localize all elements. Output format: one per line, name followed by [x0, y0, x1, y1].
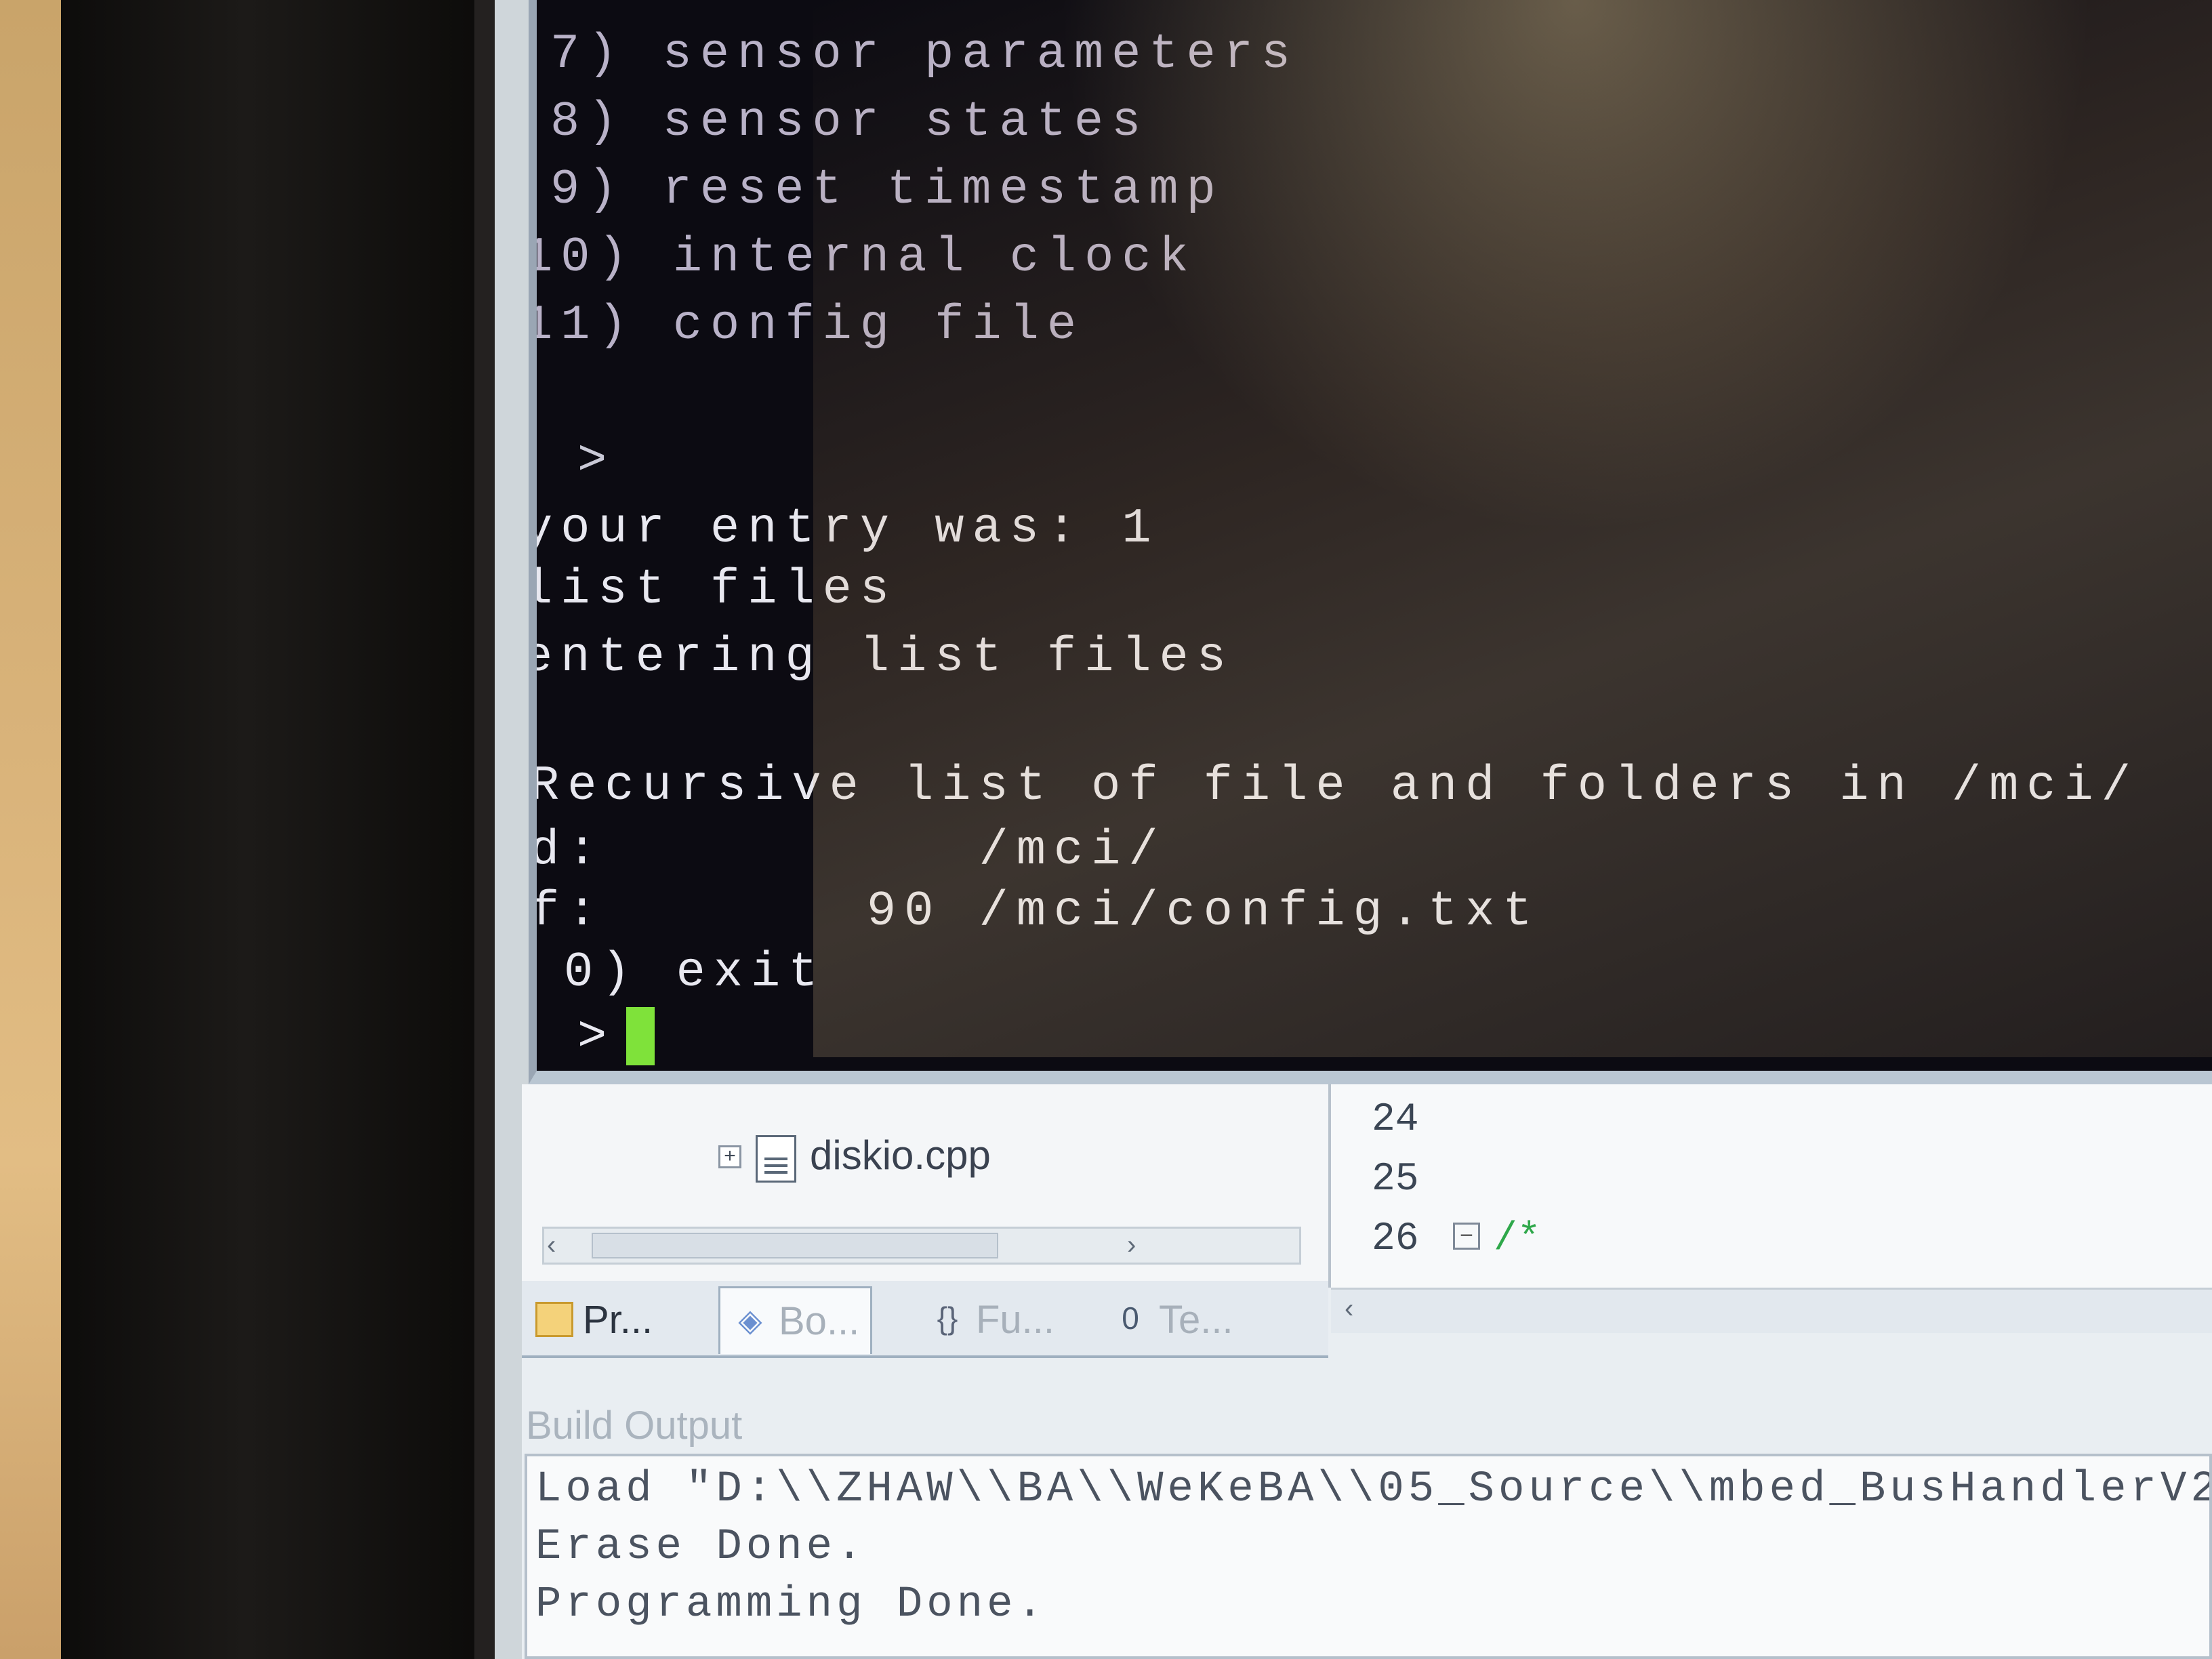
tab-project[interactable]: Pr...: [535, 1290, 653, 1349]
build-output-title: Build Output: [526, 1404, 743, 1448]
line-number: 26: [1372, 1217, 1419, 1261]
menu-item-config-file: 11) config file: [529, 298, 1085, 353]
line-number: 24: [1372, 1098, 1419, 1142]
tab-project-label: Pr...: [583, 1297, 653, 1342]
build-output-panel[interactable]: Load "D:\\ZHAW\\BA\\WeKeBA\\05_Source\\m…: [525, 1454, 2212, 1659]
prompt-symbol: >: [577, 433, 615, 489]
tab-books-label: Bo...: [779, 1299, 860, 1343]
tab-templates[interactable]: 0 Te...: [1111, 1290, 1233, 1349]
entry-echo-line: your entry was: 1: [529, 501, 1160, 556]
code-comment: /*: [1494, 1217, 1541, 1261]
listing-header: Recursive list of file and folders in /m…: [530, 758, 2139, 814]
project-icon: [535, 1302, 573, 1337]
functions-icon: {}: [937, 1300, 958, 1336]
prompt-symbol-active: >: [577, 1009, 615, 1065]
monitor-bezel: [61, 0, 522, 1659]
code-editor[interactable]: 24 25 26 − /*: [1331, 1084, 2212, 1288]
tab-functions[interactable]: {} Fu...: [928, 1290, 1054, 1349]
templates-icon: 0: [1122, 1300, 1139, 1336]
status-line: entering list files: [529, 630, 1234, 685]
editor-horizontal-scrollbar[interactable]: ‹: [1331, 1288, 2212, 1333]
scroll-right-arrow-icon[interactable]: ›: [1127, 1230, 1136, 1261]
tab-functions-label: Fu...: [976, 1297, 1055, 1342]
listing-row-directory: d: /mci/: [530, 823, 1166, 878]
tree-horizontal-scrollbar[interactable]: ‹ ›: [542, 1227, 1301, 1265]
monitor-screen: 7) sensor parameters 8) sensor states 9)…: [495, 0, 2212, 1659]
line-number: 25: [1372, 1158, 1419, 1202]
build-output-line: Load "D:\\ZHAW\\BA\\WeKeBA\\05_Source\\m…: [535, 1465, 2212, 1514]
fold-collapse-icon[interactable]: −: [1453, 1223, 1480, 1250]
exit-option: 0) exit: [564, 945, 826, 1000]
ide-window: + diskio.cpp ‹ › 24 25 26 − /* ‹ Pr... ◈…: [522, 1084, 2212, 1659]
scroll-left-arrow-icon[interactable]: ‹: [547, 1230, 556, 1261]
menu-item-sensor-parameters: 7) sensor parameters: [550, 26, 1299, 82]
action-line: list files: [529, 562, 898, 617]
terminal-window[interactable]: 7) sensor parameters 8) sensor states 9)…: [529, 0, 2212, 1084]
build-output-line: Erase Done.: [535, 1523, 867, 1572]
project-tree-panel: + diskio.cpp ‹ ›: [522, 1084, 1331, 1288]
books-icon: ◈: [738, 1302, 762, 1338]
menu-item-reset-timestamp: 9) reset timestamp: [550, 162, 1224, 218]
text-cursor[interactable]: [626, 1007, 655, 1065]
scrollbar-thumb[interactable]: [592, 1233, 998, 1258]
cpp-file-icon: [756, 1135, 796, 1183]
tab-books[interactable]: ◈ Bo...: [718, 1286, 873, 1354]
scroll-left-arrow-icon[interactable]: ‹: [1345, 1294, 1353, 1324]
panel-tabstrip: Pr... ◈ Bo... {} Fu... 0 Te...: [522, 1281, 1328, 1358]
tab-templates-label: Te...: [1159, 1297, 1233, 1342]
monitor-bezel-edge: [474, 0, 495, 1659]
menu-item-internal-clock: 10) internal clock: [529, 230, 1197, 285]
tree-item-diskio[interactable]: diskio.cpp: [810, 1132, 991, 1179]
menu-item-sensor-states: 8) sensor states: [550, 94, 1149, 150]
listing-row-file: f: 90 /mci/config.txt: [530, 884, 1540, 939]
tree-expander-icon[interactable]: +: [718, 1145, 741, 1168]
build-output-line: Programming Done.: [535, 1580, 1047, 1629]
